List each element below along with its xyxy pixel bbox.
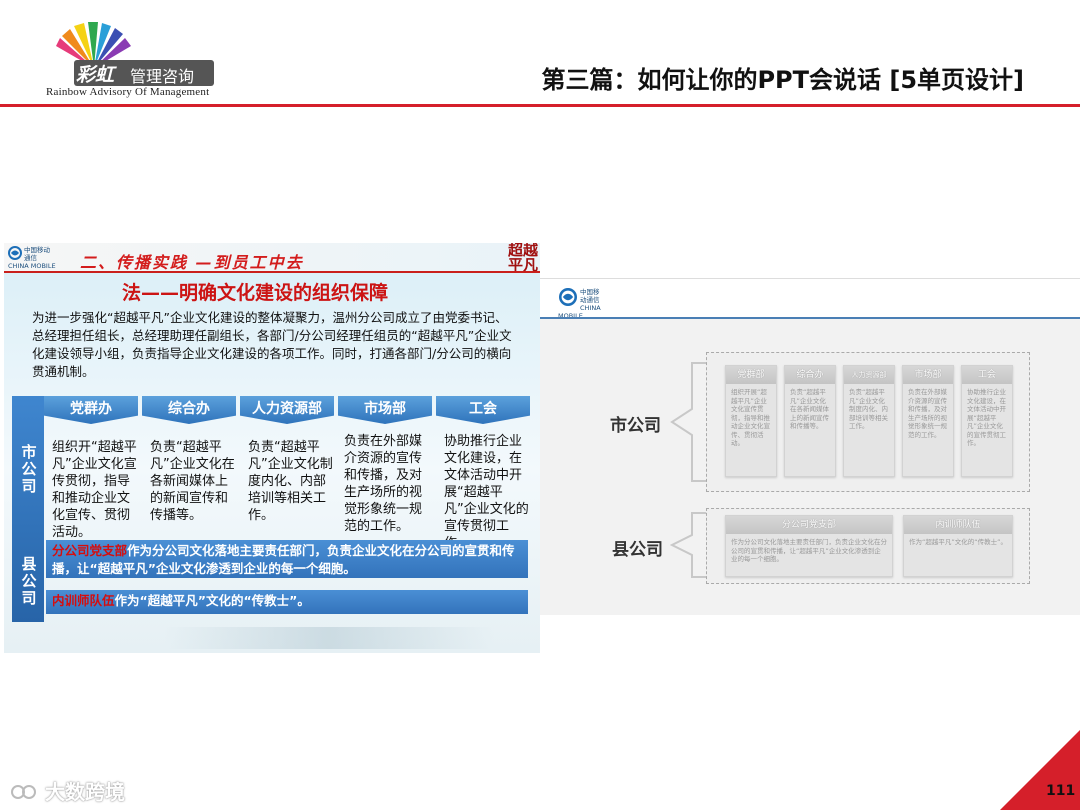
page-title: 第三篇：如何让你的PPT会说话 [5单页设计] xyxy=(541,66,1024,94)
watermark-logo-icon xyxy=(11,785,36,799)
dept-description: 负责“超越平凡”企业文化在各新闻媒体上的新闻宣传和传播等。 xyxy=(150,440,235,523)
department-card: 市场部 负责在外部媒介资源的宣传和传播，及对生产场所的视觉形象统一规范的工作。 xyxy=(902,365,954,477)
dept-tab: 市场部 xyxy=(338,396,432,424)
department-card: 综合办 负责“超越平凡”企业文化在各新闻媒体上的新闻宣传和传播等。 xyxy=(784,365,836,477)
county-row-highlight: 分公司党支部 xyxy=(52,543,128,558)
card-text: 组织开展“超越平凡”企业文化宣传贯彻，指导和推动企业文化宣传、贯彻活动。 xyxy=(731,388,770,447)
original-slide: 中国移动通信 CHINA MOBILE 二、传播实践 —到员工中去 超越 平凡 … xyxy=(4,243,540,653)
bracket-arrow-icon xyxy=(670,362,706,482)
watermark-text: 大数跨境 xyxy=(44,780,125,804)
county-row-trainers: 内训师队伍作为“超越平凡”文化的“传教士”。 xyxy=(46,590,528,614)
dept-description: 负责在外部媒介资源的宣传和传播，及对生产场所的视觉形象统一规范的工作。 xyxy=(344,434,423,534)
level-label-city: 市公司 xyxy=(19,444,38,495)
card-title: 工会 xyxy=(962,366,1012,384)
watermark: 大数跨境 xyxy=(10,776,125,805)
department-card: 工会 协助推行企业文化建设，在文体活动中开展“超越平凡”企业文化的宣传贯彻工作。 xyxy=(961,365,1013,477)
company-logo: 彩虹 管理咨询 Rainbow Advisory Of Management xyxy=(40,22,230,102)
card-title: 分公司党支部 xyxy=(726,516,892,534)
page-number: 111 xyxy=(1046,783,1076,799)
level-label-county: 县公司 xyxy=(612,540,663,560)
department-card: 党群部 组织开展“超越平凡”企业文化宣传贯彻，指导和推动企业文化宣传、贯彻活动。 xyxy=(725,365,777,477)
slide-subtitle: 法——明确文化建设的组织保障 xyxy=(122,282,389,304)
dept-tab: 工会 xyxy=(436,396,530,424)
dept-tab: 党群办 xyxy=(44,396,138,424)
logo-brand-block: 彩虹 管理咨询 xyxy=(74,60,214,86)
logo-name-text: 管理咨询 xyxy=(130,67,195,86)
slide-red-rule xyxy=(4,271,540,273)
dept-description: 组织开“超越平凡”企业文化宣传贯彻，指导和推动企业文化宣传、贯彻活动。 xyxy=(52,440,137,540)
department-card: 人力资源部 负责“超越平凡”企业文化制度内化、内部培训等相关工作。 xyxy=(843,365,895,477)
card-text: 作为“超越平凡”文化的“传教士”。 xyxy=(909,538,1007,546)
department-card: 分公司党支部 作为分公司文化落地主要责任部门，负责企业文化在分公司的宣贯和传播，… xyxy=(725,515,893,577)
card-text: 负责在外部媒介资源的宣传和传播，及对生产场所的视觉形象统一规范的工作。 xyxy=(908,388,947,439)
slide-headline: 二、传播实践 —到员工中去 xyxy=(80,253,304,272)
county-row-text: 作为“超越平凡”文化的“传教士”。 xyxy=(114,593,310,608)
card-text: 负责“超越平凡”企业文化在各新闻媒体上的新闻宣传和传播等。 xyxy=(790,388,829,430)
card-text: 负责“超越平凡”企业文化制度内化、内部培训等相关工作。 xyxy=(849,388,888,430)
china-mobile-icon xyxy=(559,288,577,306)
card-title: 人力资源部 xyxy=(844,366,894,384)
china-mobile-icon xyxy=(8,246,22,260)
logo-tagline: Rainbow Advisory Of Management xyxy=(46,86,210,98)
decorative-landscape xyxy=(164,627,494,649)
card-title: 内训师队伍 xyxy=(904,516,1012,534)
logo-brand-text: 彩虹 xyxy=(76,64,115,86)
level-label-city: 市公司 xyxy=(610,416,661,436)
slide-paragraph: 为进一步强化“超越平凡”企业文化建设的整体凝聚力，温州分公司成立了由党委书记、总… xyxy=(32,310,512,379)
slide-top-bar xyxy=(540,279,1080,317)
bracket-arrow-icon xyxy=(670,512,706,578)
county-row-highlight: 内训师队伍 xyxy=(52,593,115,608)
dept-tab: 综合办 xyxy=(142,396,236,424)
card-title: 党群部 xyxy=(726,366,776,384)
card-text: 协助推行企业文化建设，在文体活动中开展“超越平凡”企业文化的宣传贯彻工作。 xyxy=(967,388,1006,447)
header-divider xyxy=(0,104,1080,107)
card-title: 综合办 xyxy=(785,366,835,384)
card-title: 市场部 xyxy=(903,366,953,384)
slide-blue-rule xyxy=(540,317,1080,319)
china-mobile-logo: 中国移动通信 CHINA MOBILE xyxy=(558,288,606,320)
level-label-county: 县公司 xyxy=(19,556,38,607)
department-card: 内训师队伍 作为“超越平凡”文化的“传教士”。 xyxy=(903,515,1013,577)
dept-description: 负责“超越平凡”企业文化制度内化、内部培训等相关工作。 xyxy=(248,440,333,523)
slide-badge: 超越 平凡 xyxy=(508,243,538,273)
dept-tab: 人力资源部 xyxy=(240,396,334,424)
city-department-group: 党群部 组织开展“超越平凡”企业文化宣传贯彻，指导和推动企业文化宣传、贯彻活动。… xyxy=(706,352,1030,492)
county-department-group: 分公司党支部 作为分公司文化落地主要责任部门，负责企业文化在分公司的宣贯和传播，… xyxy=(706,508,1030,584)
county-row-branch: 分公司党支部作为分公司文化落地主要责任部门，负责企业文化在分公司的宣贯和传播，让… xyxy=(46,540,528,578)
carrier-en: CHINA MOBILE xyxy=(8,262,56,270)
dept-description: 协助推行企业文化建设，在文体活动中开展“超越平凡”企业文化的宣传贯彻工作。 xyxy=(444,434,529,551)
card-text: 作为分公司文化落地主要责任部门，负责企业文化在分公司的宣贯和传播，让“超越平凡”… xyxy=(731,538,887,563)
level-label-column: 市公司 县公司 xyxy=(12,396,44,622)
china-mobile-logo: 中国移动通信 CHINA MOBILE xyxy=(8,246,56,270)
redesigned-slide: 中国移动通信 CHINA MOBILE 市公司 县公司 党群部 组织开展“超越平… xyxy=(540,278,1080,615)
